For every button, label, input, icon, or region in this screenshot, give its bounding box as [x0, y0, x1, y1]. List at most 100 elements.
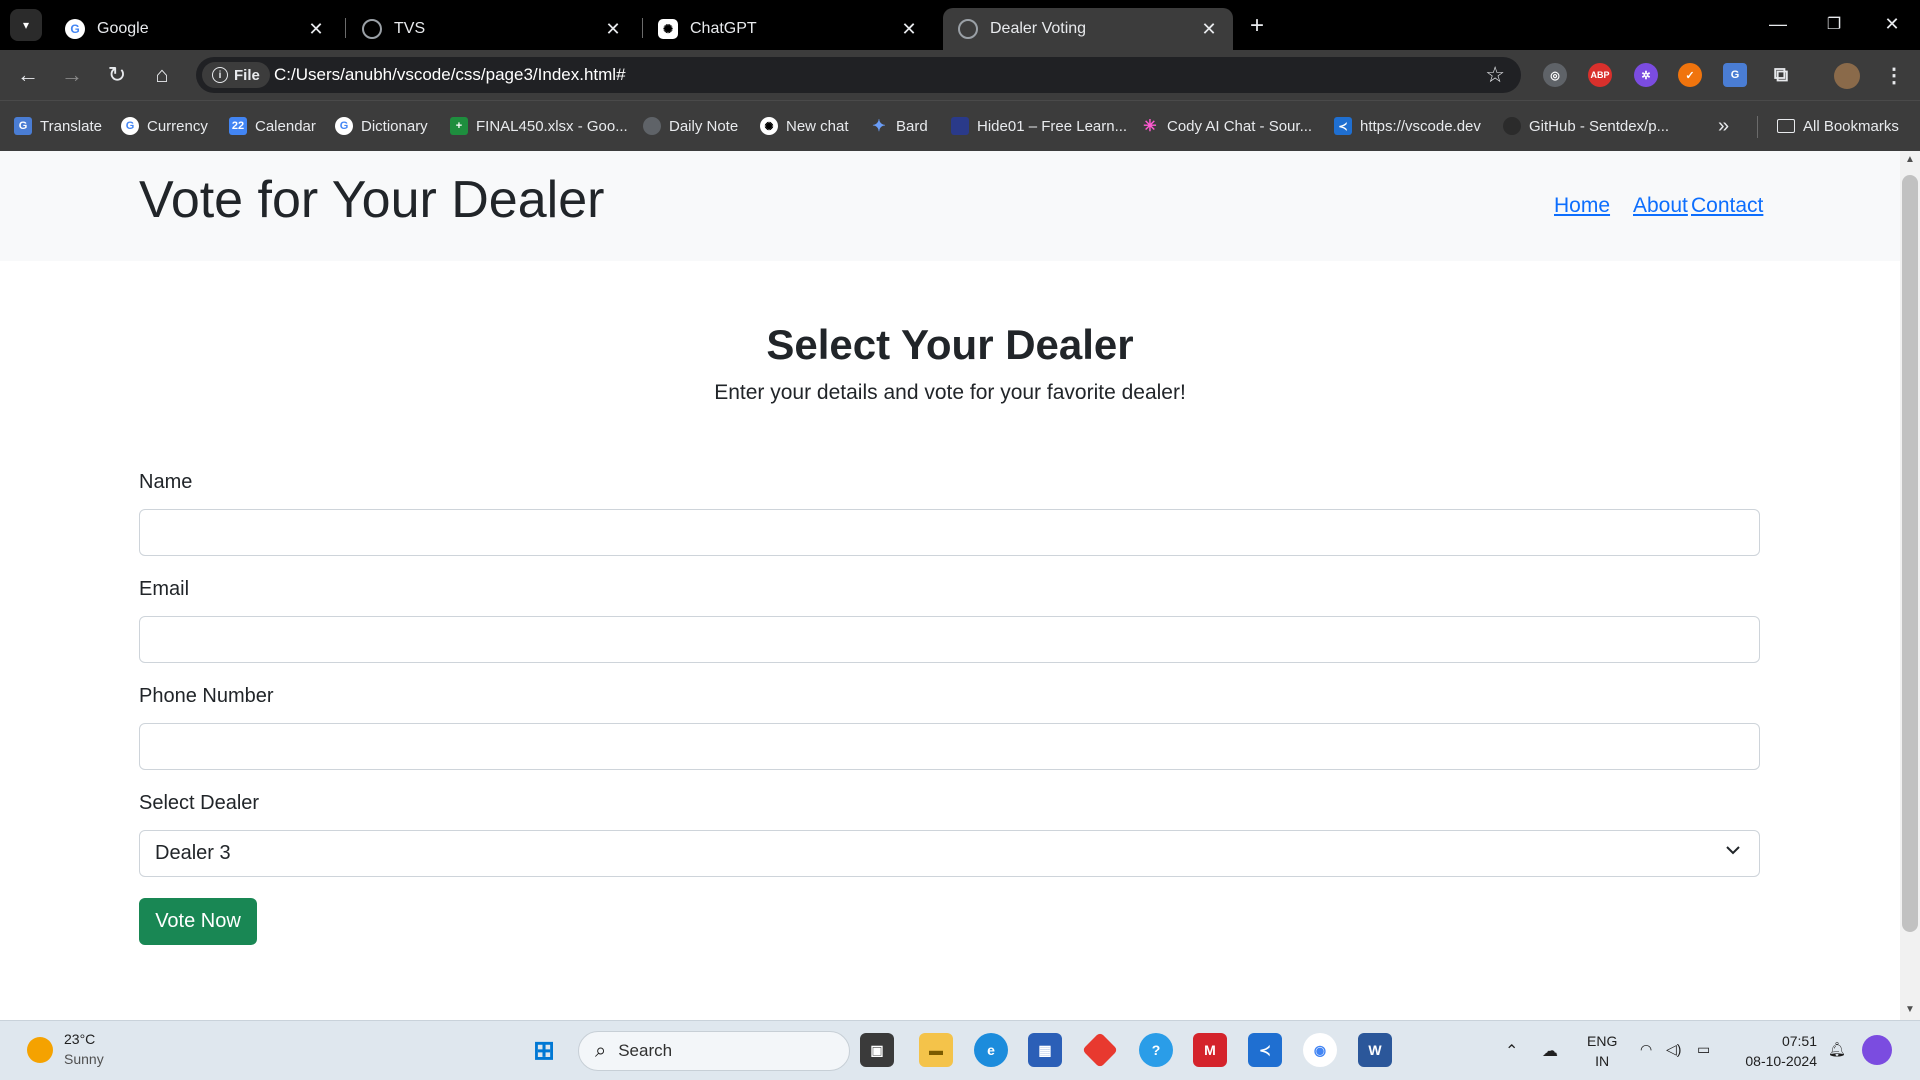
phone-label: Phone Number: [139, 685, 274, 707]
word-icon[interactable]: W: [1358, 1033, 1392, 1067]
new-tab-button[interactable]: +: [1243, 12, 1271, 40]
address-bar[interactable]: i File C:/Users/anubh/vscode/css/page3/I…: [196, 57, 1521, 93]
language-code: ENG: [1587, 1033, 1618, 1049]
chevron-down-icon: ▾: [22, 18, 30, 32]
tab-dealer-voting[interactable]: Dealer Voting ✕: [943, 8, 1233, 50]
google-icon: G: [335, 117, 353, 135]
bookmark-calendar[interactable]: 22 Calendar: [229, 114, 316, 138]
vscode-icon[interactable]: ≺: [1248, 1033, 1282, 1067]
help-icon[interactable]: ?: [1139, 1033, 1173, 1067]
tab-chatgpt[interactable]: ✺ ChatGPT ✕: [643, 8, 933, 50]
google-icon: G: [121, 117, 139, 135]
bookmark-daily-note[interactable]: Daily Note: [643, 114, 738, 138]
windows-start-icon[interactable]: ⊞: [527, 1033, 561, 1067]
menu-kebab-icon[interactable]: ⋮: [1882, 63, 1906, 87]
wifi-icon[interactable]: ◠: [1640, 1041, 1652, 1058]
close-icon[interactable]: ✕: [601, 17, 625, 41]
speaker-icon[interactable]: ◁): [1666, 1041, 1681, 1058]
bookmark-hide01[interactable]: Hide01 – Free Learn...: [951, 114, 1127, 138]
mcafee-icon[interactable]: M: [1193, 1033, 1227, 1067]
bookmark-new-chat[interactable]: ✺ New chat: [760, 114, 849, 138]
file-explorer-icon[interactable]: ▬: [919, 1033, 953, 1067]
language-indicator[interactable]: ENG IN: [1587, 1031, 1617, 1071]
home-button[interactable]: ⌂: [146, 61, 178, 89]
profile-avatar[interactable]: [1834, 63, 1860, 89]
email-label: Email: [139, 578, 190, 600]
scroll-down-arrow-icon[interactable]: ▼: [1904, 1004, 1916, 1015]
copilot-icon[interactable]: [1862, 1035, 1892, 1065]
name-label: Name: [139, 471, 193, 493]
close-icon[interactable]: ✕: [897, 17, 921, 41]
extensions-puzzle-icon[interactable]: ⧉: [1769, 63, 1793, 87]
clock-time: 07:51: [1781, 1033, 1817, 1049]
bookmark-vscode[interactable]: ≺ https://vscode.dev: [1334, 114, 1481, 138]
extension-gear-icon[interactable]: ✲: [1634, 63, 1658, 87]
dealer-select[interactable]: Dealer 3: [139, 830, 1760, 877]
extension-orange-icon[interactable]: ✓: [1678, 63, 1702, 87]
reload-button[interactable]: ↻: [101, 61, 133, 89]
diamond-app-icon[interactable]: [1081, 1031, 1119, 1069]
close-window-button[interactable]: ✕: [1872, 8, 1912, 40]
info-icon: i: [212, 67, 228, 83]
vote-now-button[interactable]: Vote Now: [139, 898, 257, 945]
bookmark-label: Currency: [147, 117, 208, 135]
adblock-plus-icon[interactable]: ABP: [1588, 63, 1612, 87]
close-icon[interactable]: ✕: [1197, 17, 1221, 41]
forward-button[interactable]: →: [56, 61, 88, 89]
tab-search-button[interactable]: ▾: [10, 9, 42, 41]
more-bookmarks-button[interactable]: »: [1718, 114, 1729, 138]
bookmark-dictionary[interactable]: G Dictionary: [335, 114, 428, 138]
edge-icon[interactable]: e: [974, 1033, 1008, 1067]
tab-title: ChatGPT: [690, 20, 757, 37]
google-translate-icon[interactable]: G: [1723, 63, 1747, 87]
tab-google[interactable]: G Google ✕: [50, 8, 340, 50]
site-info-chip[interactable]: i File: [202, 62, 270, 88]
task-view-icon[interactable]: ▣: [860, 1033, 894, 1067]
weather-temperature[interactable]: 23°C: [64, 1031, 95, 1047]
bookmark-github[interactable]: GitHub - Sentdex/p...: [1503, 114, 1669, 138]
nav-link-contact[interactable]: Contact: [1691, 194, 1763, 218]
restore-button[interactable]: ❐: [1814, 8, 1854, 40]
scroll-up-arrow-icon[interactable]: ▲: [1904, 154, 1916, 165]
email-input[interactable]: [139, 616, 1760, 663]
bookmark-label: Hide01 – Free Learn...: [977, 117, 1128, 135]
taskbar-search[interactable]: ⌕ Search: [578, 1031, 850, 1071]
name-input[interactable]: [139, 509, 1760, 556]
bookmark-final450[interactable]: + FINAL450.xlsx - Goo...: [450, 114, 628, 138]
sheets-icon: +: [450, 117, 468, 135]
chevron-double-right-icon: »: [1718, 114, 1730, 137]
bookmark-bard[interactable]: ✦ Bard: [870, 114, 927, 138]
bookmark-currency[interactable]: G Currency: [121, 114, 208, 138]
battery-icon[interactable]: ▭: [1697, 1041, 1710, 1058]
tab-tvs[interactable]: TVS ✕: [347, 8, 637, 50]
bookmark-translate[interactable]: G Translate: [14, 114, 102, 138]
site-title: Vote for Your Dealer: [139, 171, 605, 229]
microsoft-store-icon[interactable]: ▦: [1028, 1033, 1062, 1067]
notification-bell-icon[interactable]: 🔔︎: [1828, 1041, 1846, 1058]
nav-link-about[interactable]: About: [1633, 194, 1688, 218]
note-icon: [643, 117, 661, 135]
chrome-icon[interactable]: ◉: [1303, 1033, 1337, 1067]
all-bookmarks-button[interactable]: All Bookmarks: [1777, 114, 1899, 138]
google-translate-icon: G: [14, 117, 32, 135]
weather-description[interactable]: Sunny: [64, 1051, 104, 1067]
back-button[interactable]: ←: [12, 61, 44, 89]
section-subtitle: Enter your details and vote for your fav…: [714, 381, 1186, 404]
system-clock[interactable]: 07:51 08-10-2024: [1735, 1031, 1817, 1071]
extension-glasses-icon[interactable]: ◎: [1543, 63, 1567, 87]
chatgpt-icon: ✺: [760, 117, 778, 135]
minimize-button[interactable]: —: [1758, 8, 1798, 40]
scrollbar-thumb[interactable]: [1902, 175, 1918, 932]
url-text[interactable]: C:/Users/anubh/vscode/css/page3/Index.ht…: [274, 65, 626, 85]
bookmark-star-icon[interactable]: ☆: [1485, 62, 1505, 88]
nav-link-home[interactable]: Home: [1554, 194, 1610, 218]
sun-icon[interactable]: [27, 1037, 53, 1063]
github-icon: [1503, 117, 1521, 135]
cloud-offline-icon[interactable]: ☁: [1542, 1041, 1558, 1061]
bookmark-cody[interactable]: ✳ Cody AI Chat - Sour...: [1141, 114, 1312, 138]
close-icon[interactable]: ✕: [304, 17, 328, 41]
bard-sparkle-icon: ✦: [872, 118, 886, 135]
chevron-up-icon[interactable]: ⌃: [1505, 1041, 1518, 1061]
bookmark-label: Translate: [40, 117, 102, 135]
phone-input[interactable]: [139, 723, 1760, 770]
